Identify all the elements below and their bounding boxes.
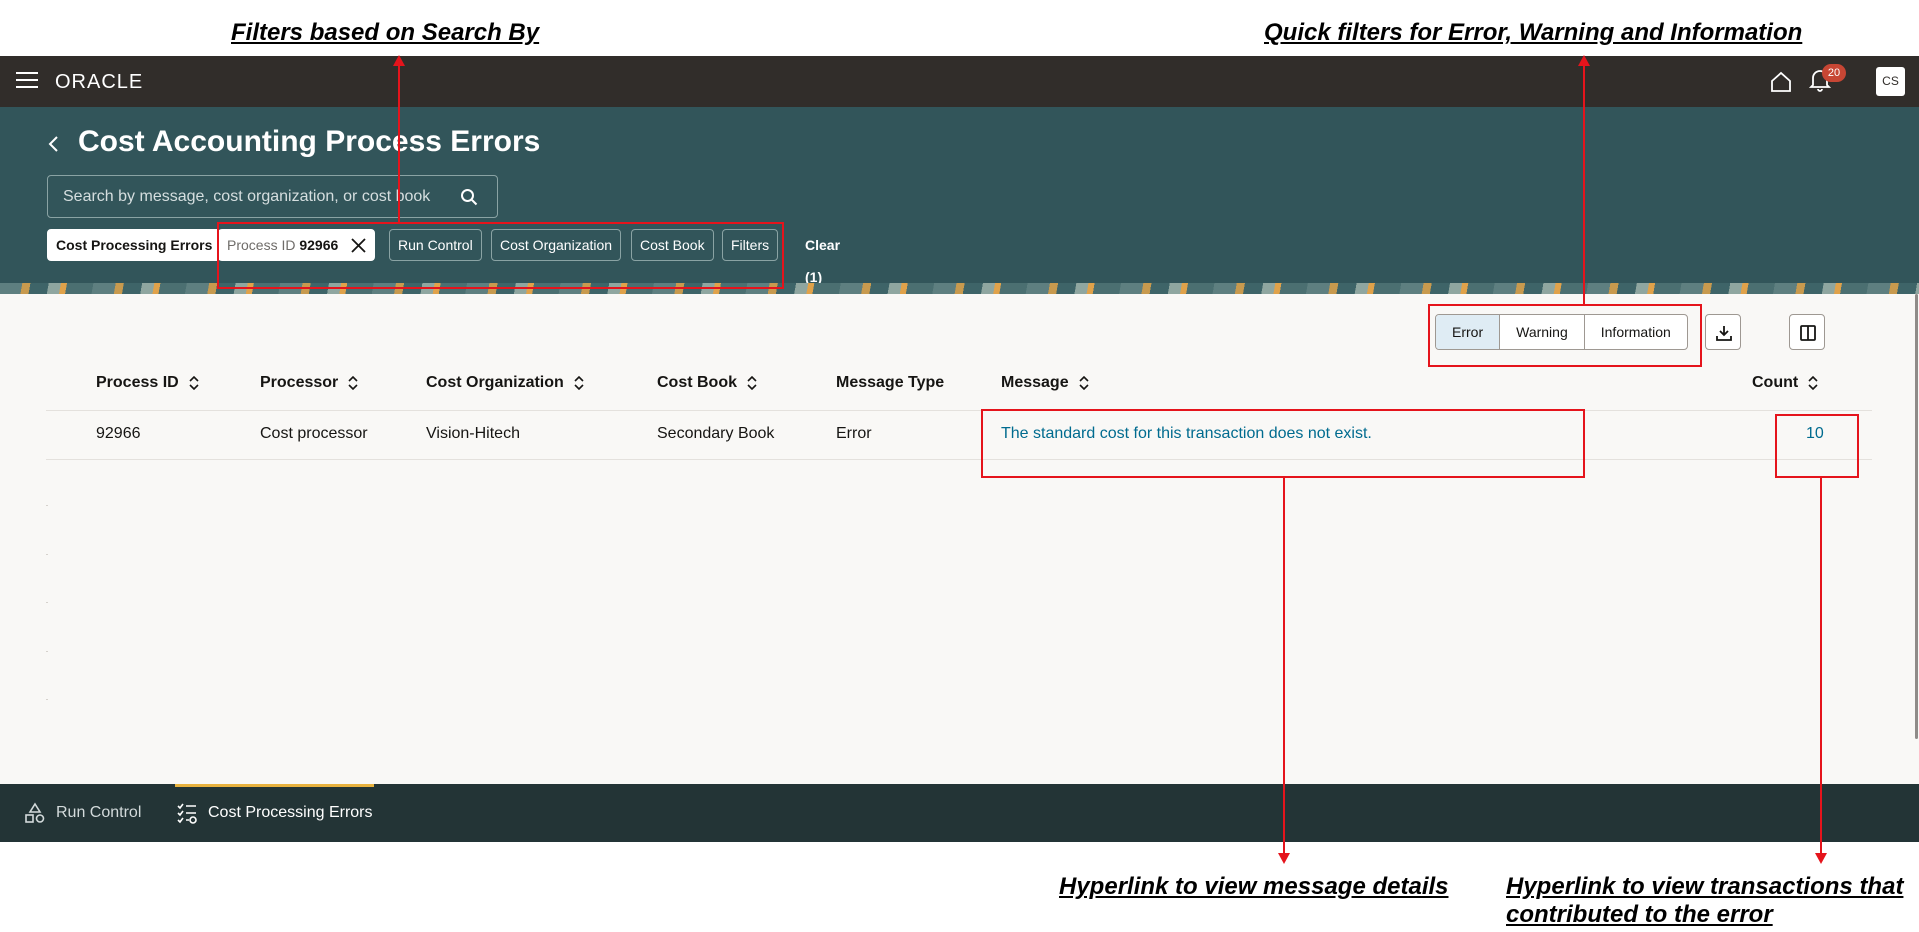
count-link[interactable]: 10 — [1806, 425, 1824, 443]
annotation-arrow-count — [1815, 853, 1827, 864]
column-label: Message Type — [836, 374, 945, 391]
search-icon[interactable] — [460, 188, 478, 206]
annotation-arrow-quick-filters — [1578, 55, 1590, 66]
run-control-icon — [25, 802, 45, 823]
column-header-cost-organization[interactable]: Cost Organization — [426, 374, 584, 392]
annotation-arrow-filters — [393, 55, 405, 66]
column-label: Cost Book — [657, 374, 737, 391]
header-divider — [46, 410, 1872, 411]
annotation-transactions-link-label: Hyperlink to view transactions that cont… — [1506, 873, 1904, 928]
empty-row-marker — [46, 699, 48, 700]
empty-row-marker — [46, 554, 48, 555]
columns-button[interactable] — [1789, 314, 1825, 350]
navigator-menu-icon[interactable] — [16, 72, 38, 90]
cell-message-type: Error — [836, 425, 872, 442]
chip-cost-organization[interactable]: Cost Organization — [491, 229, 622, 261]
column-label: Processor — [260, 374, 339, 391]
column-header-cost-book[interactable]: Cost Book — [657, 374, 757, 392]
chip-cost-book[interactable]: Cost Book — [631, 229, 714, 261]
user-avatar[interactable]: CS — [1876, 67, 1905, 96]
sort-icon — [574, 375, 584, 390]
footer-tab-label: Run Control — [56, 804, 142, 821]
home-icon[interactable] — [1769, 70, 1793, 94]
notifications-button[interactable]: 20 — [1808, 64, 1846, 96]
chip-filters[interactable]: Filters — [722, 229, 779, 261]
column-label: Count — [1752, 374, 1799, 391]
column-header-processor[interactable]: Processor — [260, 374, 358, 392]
results-panel: Error Warning Information Process ID Pro… — [0, 294, 1919, 784]
column-header-count[interactable]: Count — [1752, 374, 1818, 392]
oracle-logo: ORACLE — [55, 71, 144, 93]
process-id-chip-value: 92966 — [299, 237, 339, 253]
search-box — [47, 175, 498, 218]
sort-icon — [1808, 375, 1818, 390]
chip-run-control[interactable]: Run Control — [389, 229, 482, 261]
footer-tab-cost-processing-errors[interactable]: Cost Processing Errors — [176, 784, 373, 842]
page-title: Cost Accounting Process Errors — [78, 125, 541, 158]
footer-nav: Run Control Cost Processing Errors — [0, 784, 1919, 842]
search-input[interactable] — [63, 176, 453, 217]
annotation-filters-label: Filters based on Search By — [231, 19, 540, 46]
footer-tab-run-control[interactable]: Run Control — [24, 784, 141, 842]
page-header: Cost Accounting Process Errors Cost Proc… — [0, 107, 1919, 294]
empty-row-marker — [46, 651, 48, 652]
column-label: Process ID — [96, 374, 179, 391]
message-link[interactable]: The standard cost for this transaction d… — [1001, 425, 1372, 443]
download-button[interactable] — [1705, 314, 1741, 350]
empty-row-marker — [46, 505, 48, 506]
download-icon — [1716, 326, 1732, 341]
clear-filters-link[interactable]: Clear (1) — [805, 229, 840, 285]
cell-process-id: 92966 — [96, 425, 141, 442]
footer-tab-label: Cost Processing Errors — [208, 804, 373, 821]
checklist-icon — [177, 803, 197, 824]
chip-cost-processing-errors[interactable]: Cost Processing Errors — [47, 229, 222, 261]
message-type-quick-filters: Error Warning Information — [1435, 314, 1688, 350]
annotation-arrow-message — [1278, 853, 1290, 864]
sort-icon — [747, 375, 757, 390]
column-label: Message — [1001, 374, 1069, 391]
columns-icon — [1800, 325, 1816, 341]
quick-filter-information[interactable]: Information — [1585, 315, 1687, 349]
column-header-message-type: Message Type — [836, 374, 944, 392]
column-header-process-id[interactable]: Process ID — [96, 374, 199, 392]
header-decoration — [0, 283, 1919, 294]
quick-filter-error[interactable]: Error — [1436, 315, 1501, 349]
annotation-quick-filters-label: Quick filters for Error, Warning and Inf… — [1264, 19, 1803, 46]
remove-filter-icon[interactable] — [351, 238, 366, 253]
global-header: ORACLE 20 CS — [0, 56, 1919, 107]
screen: Filters based on Search By Quick filters… — [0, 0, 1919, 932]
process-id-chip-label: Process ID — [227, 237, 296, 253]
notification-badge: 20 — [1822, 64, 1846, 82]
vertical-scrollbar[interactable] — [1915, 294, 1918, 739]
annotation-message-link-label: Hyperlink to view message details — [1059, 873, 1449, 900]
empty-row-marker — [46, 602, 48, 603]
cell-cost-book: Secondary Book — [657, 425, 775, 442]
sort-icon — [348, 375, 358, 390]
column-label: Cost Organization — [426, 374, 564, 391]
cell-processor: Cost processor — [260, 425, 368, 442]
back-icon[interactable] — [46, 134, 62, 154]
chip-process-id[interactable]: Process ID 92966 — [218, 229, 376, 261]
row-divider — [46, 459, 1872, 460]
cell-cost-organization: Vision-Hitech — [426, 425, 520, 442]
sort-icon — [189, 375, 199, 390]
quick-filter-warning[interactable]: Warning — [1500, 315, 1585, 349]
column-header-message[interactable]: Message — [1001, 374, 1089, 392]
sort-icon — [1079, 375, 1089, 390]
